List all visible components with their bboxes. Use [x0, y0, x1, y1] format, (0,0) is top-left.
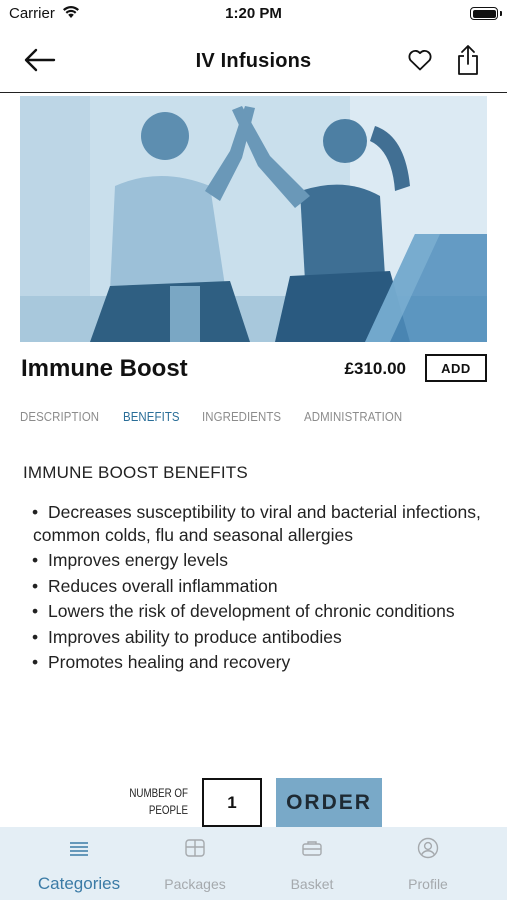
product-name: Immune Boost	[21, 355, 188, 382]
tab-bar: Categories Packages Basket Profile	[0, 827, 507, 900]
favorite-button[interactable]	[402, 42, 438, 78]
tabbar-label: Basket	[290, 876, 334, 892]
profile-icon	[417, 837, 439, 859]
tabbar-item-categories[interactable]: Categories	[22, 827, 136, 900]
tabbar-label: Categories	[37, 874, 121, 893]
benefit-text: Lowers the risk of development of chroni…	[48, 601, 455, 621]
share-icon	[458, 45, 478, 75]
list-icon	[70, 842, 88, 856]
qty-label-line1: NUMBER OF	[129, 788, 188, 800]
tab-description[interactable]: DESCRIPTION	[20, 409, 99, 424]
heart-outline-icon	[408, 49, 432, 71]
quantity-input[interactable]	[202, 778, 262, 827]
add-button[interactable]: ADD	[425, 354, 487, 382]
tabbar-item-profile[interactable]: Profile	[373, 827, 483, 900]
list-item: • Improves ability to produce antibodies	[32, 626, 342, 647]
hero-photo	[20, 96, 487, 342]
benefits-list: • Decreases susceptibility to viral and b…	[32, 501, 493, 677]
back-button[interactable]	[20, 42, 60, 78]
tabbar-label: Profile	[408, 876, 448, 892]
benefit-text: Reduces overall inflammation	[48, 575, 278, 596]
list-item: • Improves energy levels	[32, 550, 228, 570]
navigation-bar: IV Infusions	[0, 30, 507, 93]
list-item: • Lowers the risk of development of chron…	[32, 601, 455, 621]
list-item: • Promotes healing and recovery	[32, 652, 291, 672]
list-item: • Reduces overall inflammation	[32, 575, 278, 596]
benefits-heading: IMMUNE BOOST BENEFITS	[23, 463, 248, 482]
qty-label-line2: PEOPLE	[148, 805, 188, 817]
tabbar-item-basket[interactable]: Basket	[257, 827, 367, 900]
clock: 1:20 PM	[225, 5, 282, 22]
product-hero-image	[20, 96, 487, 342]
benefit-text: Improves ability to produce antibodies	[48, 626, 342, 647]
tabbar-item-packages[interactable]: Packages	[140, 827, 250, 900]
package-icon	[185, 839, 205, 857]
benefit-text: Decreases susceptibility to viral and ba…	[33, 502, 481, 545]
product-price: £310.00	[344, 359, 406, 378]
benefit-text: Promotes healing and recovery	[48, 652, 291, 672]
number-of-people-label: NUMBER OF PEOPLE	[129, 786, 188, 820]
tab-benefits[interactable]: BENEFITS	[123, 409, 180, 424]
benefit-text: Improves energy levels	[48, 550, 228, 570]
tab-ingredients[interactable]: INGREDIENTS	[202, 409, 281, 424]
basket-icon	[302, 841, 322, 856]
share-button[interactable]	[450, 40, 486, 80]
order-button[interactable]: ORDER	[276, 778, 382, 827]
battery-icon	[470, 7, 498, 20]
list-item: • Decreases susceptibility to viral and b…	[32, 502, 481, 545]
tab-administration[interactable]: ADMINISTRATION	[304, 409, 402, 424]
status-bar: Carrier 1:20 PM	[0, 0, 507, 30]
battery-tip	[500, 11, 502, 16]
tabbar-label: Packages	[164, 876, 226, 892]
arrow-left-icon	[24, 48, 56, 72]
